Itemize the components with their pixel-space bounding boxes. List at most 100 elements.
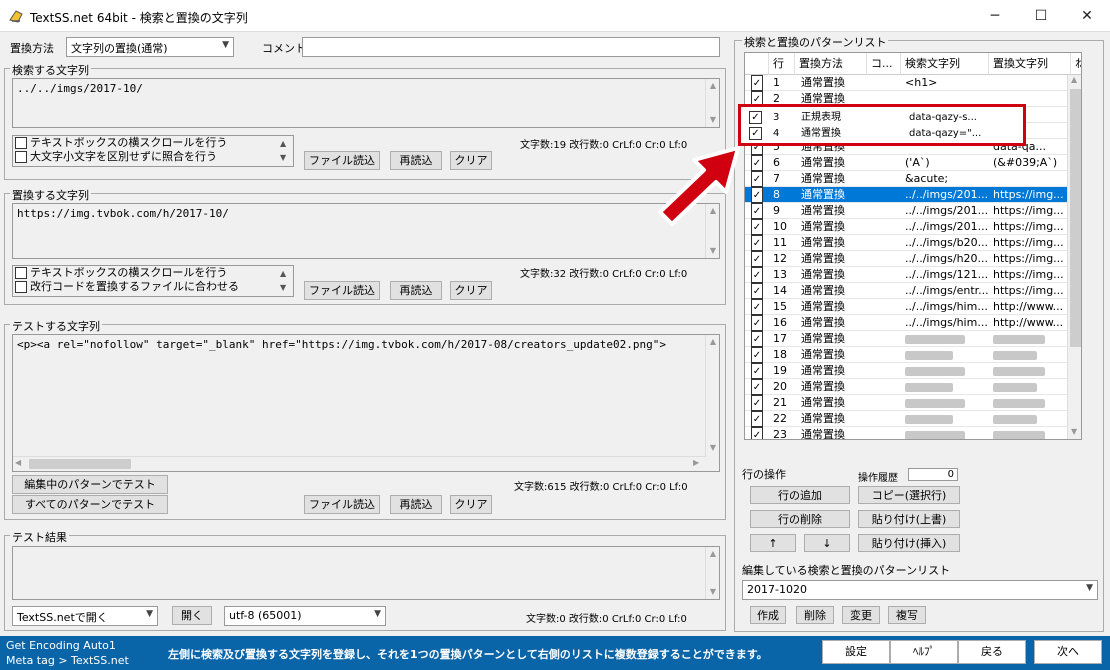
row-checkbox[interactable]: ✓ — [751, 331, 763, 347]
close-button[interactable]: ✕ — [1064, 0, 1110, 32]
test-clear-button[interactable]: クリア — [450, 495, 492, 514]
move-up-button[interactable]: ↑ — [750, 534, 796, 552]
method-select[interactable]: 文字列の置換(通常) ▼ — [66, 37, 234, 57]
checkbox[interactable] — [15, 281, 27, 293]
move-down-button[interactable]: ↓ — [804, 534, 850, 552]
row-checkbox[interactable]: ✓ — [751, 315, 763, 331]
row-checkbox[interactable]: ✓ — [751, 283, 763, 299]
row-checkbox[interactable]: ✓ — [751, 363, 763, 379]
help-button[interactable]: ﾍﾙﾌﾟ — [890, 640, 958, 664]
comment-input[interactable] — [302, 37, 720, 57]
replace-load-button[interactable]: ファイル読込 — [304, 281, 380, 300]
grid-header-more[interactable]: ね — [1071, 53, 1081, 75]
row-checkbox[interactable]: ✓ — [751, 235, 763, 251]
row-checkbox[interactable]: ✓ — [751, 171, 763, 187]
back-button[interactable]: 戻る — [958, 640, 1026, 664]
add-row-button[interactable]: 行の追加 — [750, 486, 850, 504]
replace-hscroll-option[interactable]: テキストボックスの横スクロールを行う — [15, 266, 227, 281]
change-button[interactable]: 変更 — [842, 606, 880, 624]
encoding-select[interactable]: utf-8 (65001) ▼ — [224, 606, 386, 626]
test-hscrollbar[interactable]: ◀ ▶ — [13, 456, 705, 470]
replace-textbox[interactable]: https://img.tvbok.com/h/2017-10/ — [12, 203, 720, 259]
search-ignorecase-option[interactable]: 大文字小文字を区別せずに照合を行う — [15, 150, 217, 165]
replace-newline-option[interactable]: 改行コードを置換するファイルに合わせる — [15, 280, 239, 295]
result-textbox[interactable] — [12, 546, 720, 600]
table-row[interactable]: ✓ 8 通常置換 ../../imgs/201... https://img... — [745, 187, 1081, 203]
copy-selected-button[interactable]: コピー(選択行) — [858, 486, 960, 504]
table-row[interactable]: ✓ 21 通常置換 — [745, 395, 1081, 411]
search-clear-button[interactable]: クリア — [450, 151, 492, 170]
test-all-patterns-button[interactable]: すべてのパターンでテスト — [12, 495, 168, 514]
row-checkbox[interactable]: ✓ — [751, 299, 763, 315]
test-textbox[interactable]: <p><a rel="nofollow" target="_blank" hre… — [12, 334, 720, 472]
table-row[interactable]: ✓ 9 通常置換 ../../imgs/201... https://img... — [745, 203, 1081, 219]
scroll-thumb[interactable] — [1070, 89, 1081, 347]
row-checkbox[interactable]: ✓ — [751, 187, 763, 203]
delete-row-button[interactable]: 行の削除 — [750, 510, 850, 528]
search-reload-button[interactable]: 再読込 — [390, 151, 442, 170]
test-load-button[interactable]: ファイル読込 — [304, 495, 380, 514]
grid-header-row[interactable]: 行 — [769, 53, 795, 75]
table-row[interactable]: ✓ 23 通常置換 — [745, 427, 1081, 439]
checkbox[interactable] — [15, 267, 27, 279]
table-row[interactable]: ✓ 12 通常置換 ../../imgs/h20... https://img... — [745, 251, 1081, 267]
paste-insert-button[interactable]: 貼り付け(挿入) — [858, 534, 960, 552]
replace-clear-button[interactable]: クリア — [450, 281, 492, 300]
table-row[interactable]: ✓ 16 通常置換 ../../imgs/him... http://www... — [745, 315, 1081, 331]
row-checkbox[interactable]: ✓ — [751, 203, 763, 219]
search-load-button[interactable]: ファイル読込 — [304, 151, 380, 170]
create-button[interactable]: 作成 — [750, 606, 786, 624]
paste-overwrite-button[interactable]: 貼り付け(上書) — [858, 510, 960, 528]
table-row[interactable]: ✓ 18 通常置換 — [745, 347, 1081, 363]
checkbox[interactable] — [15, 151, 27, 163]
checkbox[interactable] — [15, 137, 27, 149]
search-scrollbar[interactable]: ▲ ▼ — [705, 79, 719, 127]
row-checkbox[interactable]: ✓ — [751, 427, 763, 439]
maximize-button[interactable]: ☐ — [1018, 0, 1064, 32]
table-row[interactable]: ✓ 19 通常置換 — [745, 363, 1081, 379]
test-editing-pattern-button[interactable]: 編集中のパターンでテスト — [12, 475, 168, 494]
test-vscrollbar[interactable]: ▲ ▼ — [705, 335, 719, 457]
table-row[interactable]: ✓ 17 通常置換 — [745, 331, 1081, 347]
editing-list-select[interactable]: 2017-1020 ▼ — [742, 580, 1098, 600]
table-row[interactable]: ✓ 7 通常置換 &acute; — [745, 171, 1081, 187]
row-checkbox[interactable]: ✓ — [751, 411, 763, 427]
grid-header-search[interactable]: 検索文字列 — [901, 53, 989, 75]
table-row[interactable]: ✓ 20 通常置換 — [745, 379, 1081, 395]
test-reload-button[interactable]: 再読込 — [390, 495, 442, 514]
table-row[interactable]: ✓ 11 通常置換 ../../imgs/b20... https://img... — [745, 235, 1081, 251]
grid-header-comment[interactable]: コ... — [867, 53, 901, 75]
row-checkbox[interactable]: ✓ — [751, 379, 763, 395]
minimize-button[interactable]: ─ — [972, 0, 1018, 32]
open-button[interactable]: 開く — [172, 606, 212, 625]
duplicate-button[interactable]: 複写 — [888, 606, 926, 624]
next-button[interactable]: 次へ — [1034, 640, 1102, 664]
row-checkbox[interactable]: ✓ — [751, 251, 763, 267]
table-row[interactable]: ✓ 6 通常置換 ('A`) (&#039;A`) — [745, 155, 1081, 171]
row-checkbox[interactable]: ✓ — [751, 219, 763, 235]
scroll-thumb[interactable] — [29, 459, 131, 469]
table-row[interactable]: ✓ 13 通常置換 ../../imgs/121... https://img... — [745, 267, 1081, 283]
search-textbox[interactable]: ../../imgs/2017-10/ — [12, 78, 720, 128]
grid-header-method[interactable]: 置換方法 — [795, 53, 867, 75]
row-checkbox[interactable]: ✓ — [751, 155, 763, 171]
row-checkbox[interactable]: ✓ — [751, 75, 763, 91]
table-row[interactable]: ✓ 10 通常置換 ../../imgs/201... https://img... — [745, 219, 1081, 235]
table-row[interactable]: ✓ 14 通常置換 ../../imgs/entr... https://img... — [745, 283, 1081, 299]
row-checkbox[interactable]: ✓ — [751, 347, 763, 363]
settings-button[interactable]: 設定 — [822, 640, 890, 664]
open-with-select[interactable]: TextSS.netで開く ▼ — [12, 606, 158, 626]
replace-reload-button[interactable]: 再読込 — [390, 281, 442, 300]
delete-list-button[interactable]: 削除 — [796, 606, 834, 624]
table-row[interactable]: ✓ 15 通常置換 ../../imgs/him... http://www... — [745, 299, 1081, 315]
options-scroll-icon[interactable]: ▲ ▼ — [280, 137, 286, 165]
row-checkbox[interactable]: ✓ — [751, 267, 763, 283]
result-scrollbar[interactable]: ▲ ▼ — [705, 547, 719, 599]
table-row[interactable]: ✓ 22 通常置換 — [745, 411, 1081, 427]
table-row[interactable]: ✓ 1 通常置換 <h1> — [745, 75, 1081, 91]
options-scroll-icon[interactable]: ▲ ▼ — [280, 267, 286, 295]
row-checkbox[interactable]: ✓ — [751, 395, 763, 411]
grid-header-replace[interactable]: 置換文字列 — [989, 53, 1071, 75]
grid-scrollbar[interactable]: ▲ ▼ — [1067, 75, 1081, 439]
search-hscroll-option[interactable]: テキストボックスの横スクロールを行う — [15, 136, 227, 151]
